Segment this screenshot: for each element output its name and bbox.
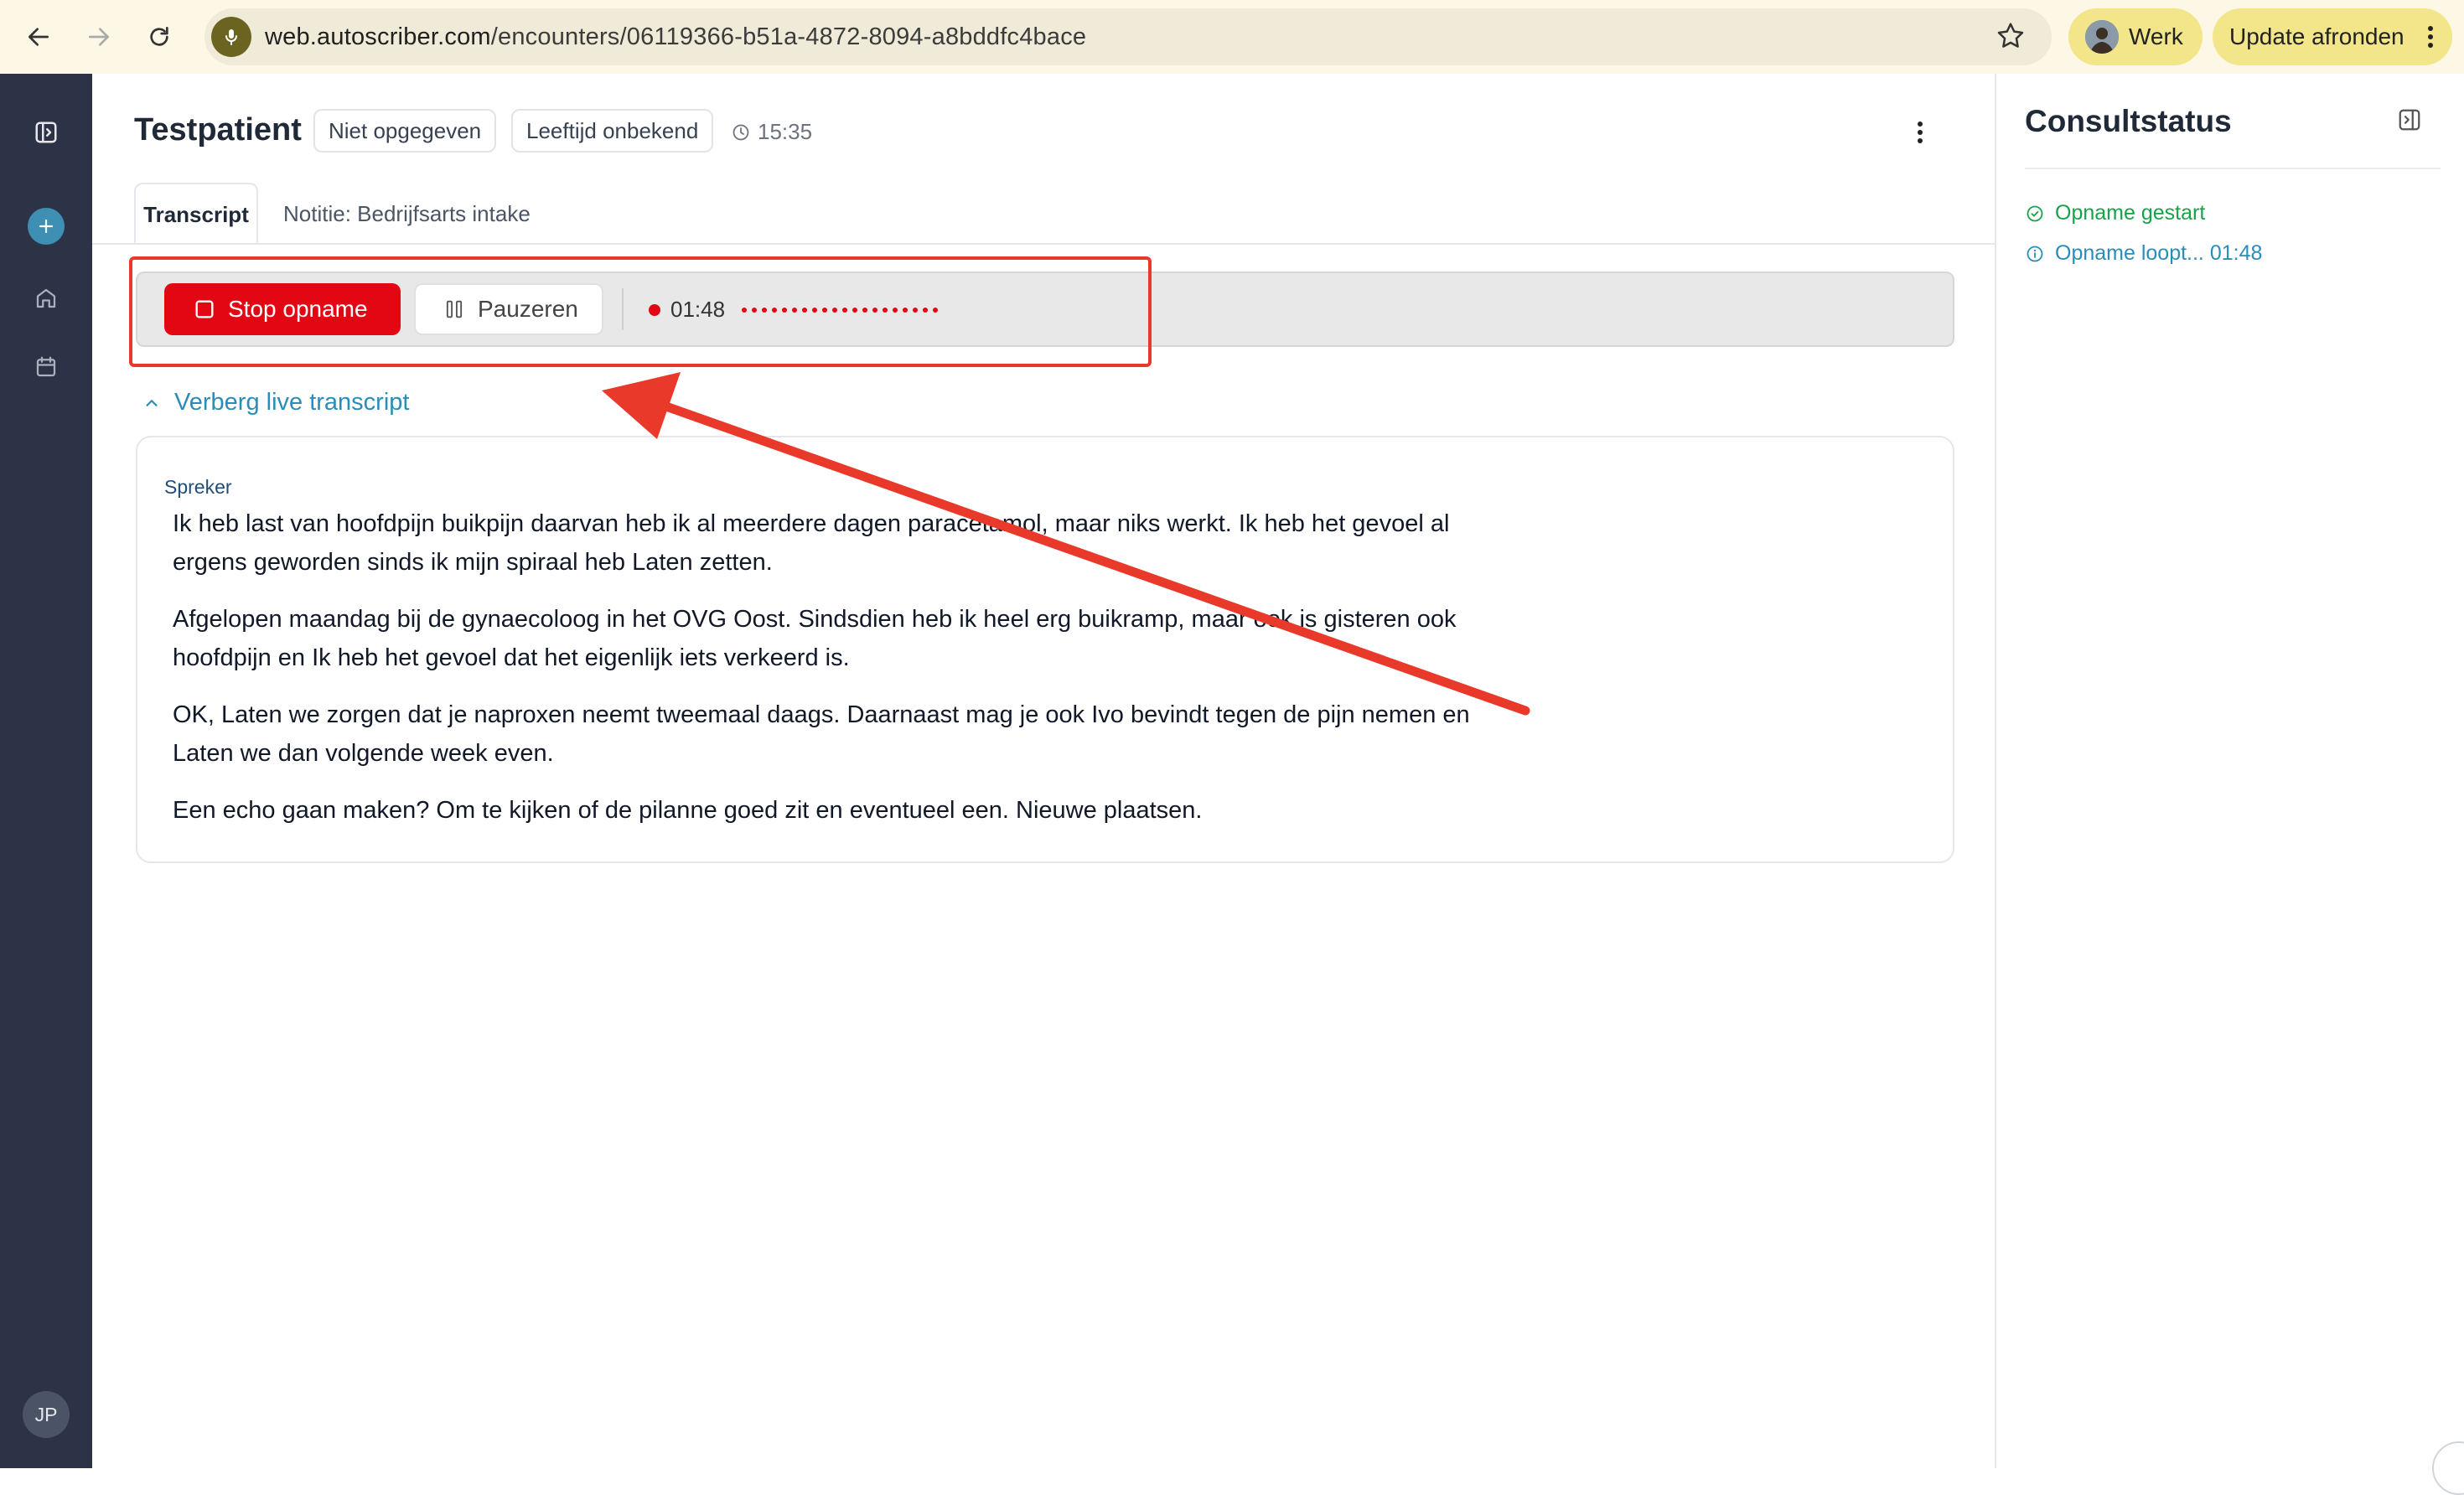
arrow-right-icon bbox=[89, 28, 109, 46]
chevron-up-icon bbox=[146, 399, 158, 406]
profile-chip[interactable]: Werk bbox=[2068, 8, 2203, 65]
home-icon[interactable] bbox=[29, 282, 63, 315]
update-button[interactable]: Update afronden bbox=[2213, 8, 2452, 65]
encounter-menu-icon[interactable] bbox=[1915, 117, 1925, 152]
recording-divider bbox=[622, 288, 624, 330]
update-label: Update afronden bbox=[2229, 23, 2404, 49]
encounter-time-label: 15:35 bbox=[758, 119, 813, 144]
recording-toolbar: Stop opname Pauzeren 01:48 bbox=[136, 272, 1954, 347]
pause-recording-button[interactable]: Pauzeren bbox=[414, 283, 603, 335]
clock-icon bbox=[732, 124, 749, 140]
microphone-icon[interactable] bbox=[211, 17, 251, 57]
more-vertical-icon[interactable] bbox=[2425, 22, 2436, 56]
app-sidebar: JP bbox=[0, 74, 92, 1468]
stop-recording-label: Stop opname bbox=[228, 296, 368, 322]
arrow-left-icon bbox=[28, 28, 49, 46]
gender-badge: Niet opgegeven bbox=[313, 109, 497, 153]
bookmark-star-icon[interactable] bbox=[1995, 20, 2027, 56]
recording-elapsed: 01:48 bbox=[670, 297, 726, 322]
encounter-main: Testpatient Niet opgegeven Leeftijd onbe… bbox=[92, 74, 1995, 1468]
new-encounter-button[interactable] bbox=[28, 208, 65, 245]
collapse-panel-icon[interactable] bbox=[2397, 107, 2422, 137]
toggle-live-transcript-button[interactable]: Verberg live transcript bbox=[142, 389, 409, 416]
transcript-paragraph: Een echo gaan maken? Om te kijken of de … bbox=[173, 797, 1203, 824]
address-bar[interactable]: web.autoscriber.com/encounters/06119366-… bbox=[204, 8, 2052, 65]
speaker-label: Spreker bbox=[164, 476, 232, 498]
url-path: /encounters/06119366-b51a-4872-8094-a8bd… bbox=[490, 23, 1087, 50]
tab-transcript[interactable]: Transcript bbox=[134, 183, 258, 245]
age-badge: Leeftijd onbekend bbox=[511, 109, 714, 153]
browser-toolbar: web.autoscriber.com/encounters/06119366-… bbox=[0, 0, 2464, 75]
encounter-time: 15:35 bbox=[731, 119, 812, 145]
consult-status-panel: Consultstatus Opname gestart Opname loop… bbox=[1995, 74, 2464, 1468]
toggle-live-transcript-label: Verberg live transcript bbox=[174, 389, 410, 416]
calendar-icon[interactable] bbox=[29, 350, 63, 384]
stop-square-icon bbox=[195, 300, 214, 318]
info-circle-icon bbox=[2027, 246, 2043, 261]
pause-recording-label: Pauzeren bbox=[478, 296, 578, 322]
profile-avatar bbox=[2085, 20, 2119, 54]
status-item-label: Opname gestart bbox=[2055, 201, 2206, 225]
url-text[interactable]: web.autoscriber.com/encounters/06119366-… bbox=[265, 23, 1086, 51]
reload-icon bbox=[150, 27, 168, 46]
reload-button[interactable] bbox=[139, 17, 179, 57]
plus-icon bbox=[39, 219, 54, 234]
tab-note[interactable]: Notitie: Bedrijfsarts intake bbox=[283, 201, 531, 227]
stop-recording-button[interactable]: Stop opname bbox=[164, 283, 401, 335]
status-item-recording-started: Opname gestart bbox=[2025, 201, 2205, 225]
user-avatar[interactable]: JP bbox=[23, 1391, 70, 1438]
url-host: web.autoscriber.com bbox=[265, 23, 491, 50]
audio-waveform-icon bbox=[742, 308, 938, 313]
patient-name: Testpatient bbox=[134, 112, 302, 147]
profile-label: Werk bbox=[2129, 23, 2183, 49]
sidebar-toggle-icon[interactable] bbox=[29, 116, 63, 149]
pause-icon bbox=[446, 300, 463, 318]
consult-status-divider bbox=[2025, 168, 2441, 169]
transcript-paragraph: Ik heb last van hoofdpijn buikpijn daarv… bbox=[173, 510, 1450, 576]
transcript-paragraph: OK, Laten we zorgen dat je naproxen neem… bbox=[173, 701, 1470, 767]
tabs-divider bbox=[92, 243, 1995, 245]
status-item-recording-running: Opname loopt... 01:48 bbox=[2025, 241, 2262, 266]
transcript-paragraph: Afgelopen maandag bij de gynaecoloog in … bbox=[173, 606, 1457, 671]
consult-status-title: Consultstatus bbox=[2025, 104, 2232, 138]
status-item-label: Opname loopt... 01:48 bbox=[2055, 241, 2263, 265]
forward-button[interactable] bbox=[79, 17, 119, 57]
back-button[interactable] bbox=[18, 17, 59, 57]
check-circle-icon bbox=[2027, 205, 2043, 221]
live-transcript-card: Spreker Ik heb last van hoofdpijn buikpi… bbox=[136, 436, 1954, 863]
recording-indicator-dot bbox=[649, 304, 660, 316]
